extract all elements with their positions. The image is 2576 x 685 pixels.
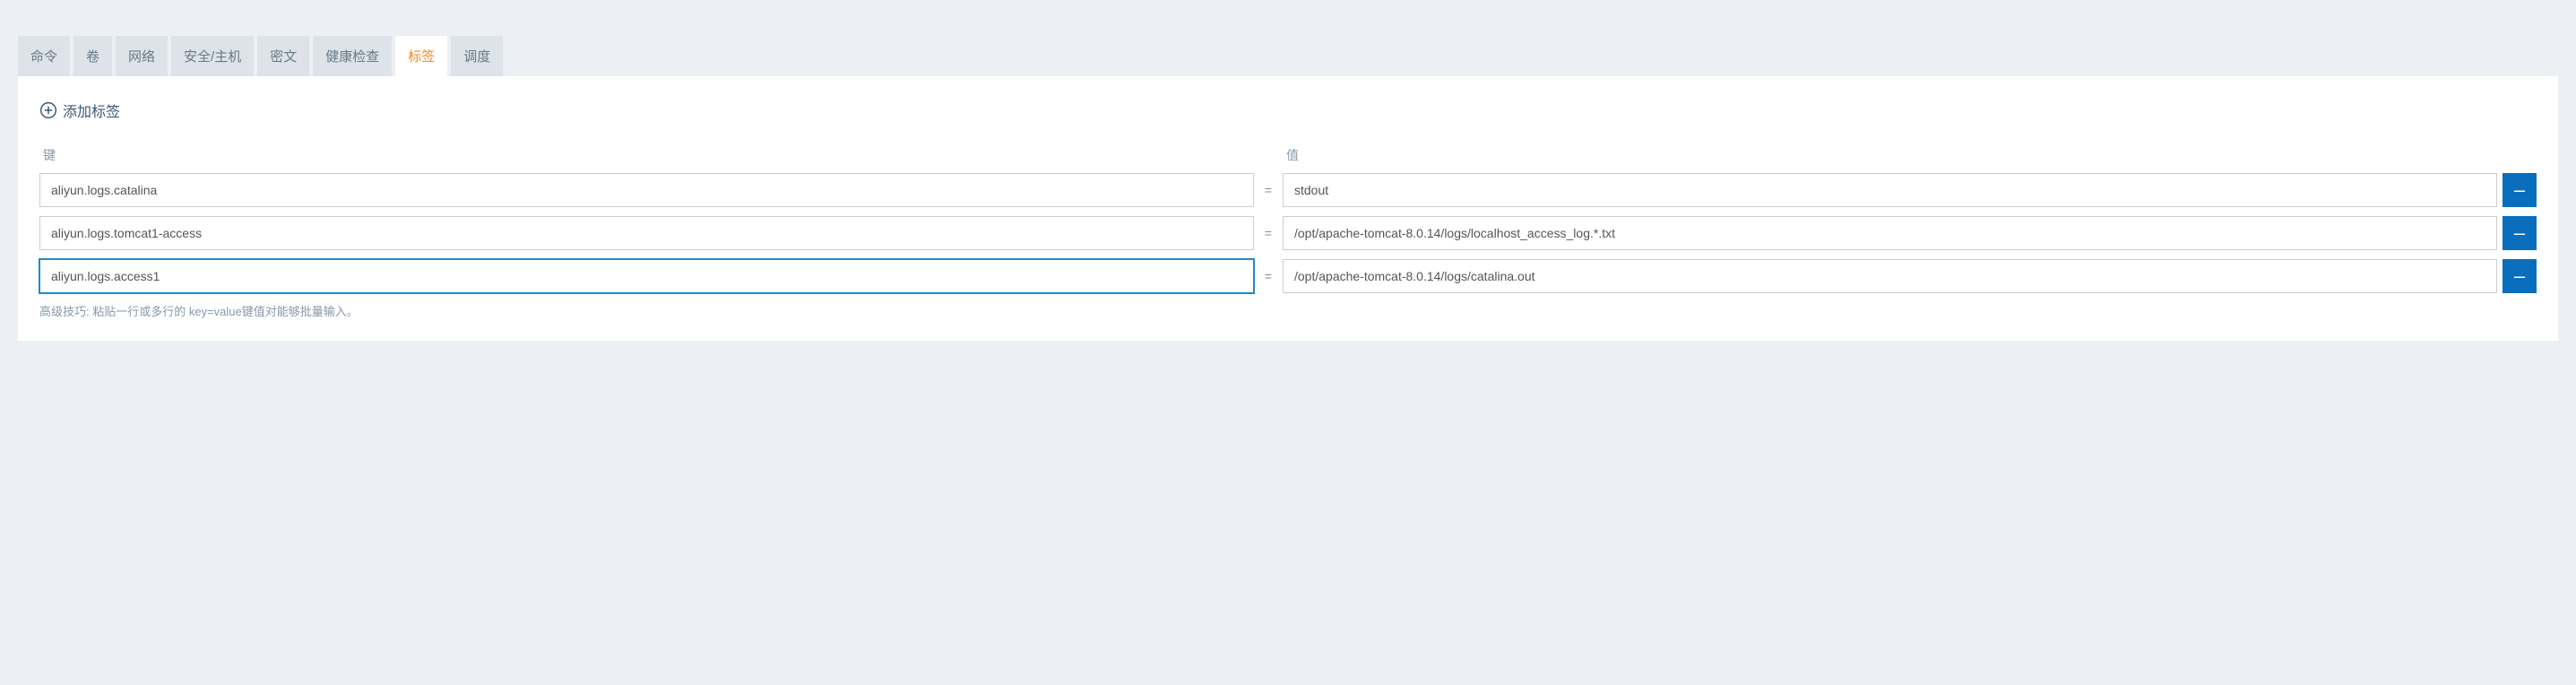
equals-sign: = [1254, 259, 1283, 293]
tab-network[interactable]: 网络 [116, 36, 168, 76]
value-input[interactable] [1283, 259, 2497, 293]
remove-row-button[interactable]: – [2503, 173, 2537, 207]
header-key: 键 [39, 146, 1254, 164]
label-row: = – [39, 259, 2537, 293]
remove-row-button[interactable]: – [2503, 259, 2537, 293]
key-input[interactable] [39, 173, 1254, 207]
tabs-bar: 命令 卷 网络 安全/主机 密文 健康检查 标签 调度 [18, 36, 2558, 76]
minus-icon: – [2514, 264, 2525, 288]
plus-circle-icon [39, 101, 57, 119]
tab-security-host[interactable]: 安全/主机 [171, 36, 254, 76]
key-input[interactable] [39, 216, 1254, 250]
tab-command[interactable]: 命令 [18, 36, 70, 76]
add-label-text: 添加标签 [63, 100, 120, 121]
hint-text: 高级技巧: 粘贴一行或多行的 key=value键值对能够批量输入。 [39, 302, 2537, 319]
value-input[interactable] [1283, 216, 2497, 250]
key-input[interactable] [39, 259, 1254, 293]
tab-scheduling[interactable]: 调度 [451, 36, 503, 76]
minus-icon: – [2514, 178, 2525, 202]
minus-icon: – [2514, 221, 2525, 245]
kv-headers: 键 值 [39, 146, 2537, 164]
label-row: = – [39, 173, 2537, 207]
remove-row-button[interactable]: – [2503, 216, 2537, 250]
tab-secrets[interactable]: 密文 [257, 36, 309, 76]
value-input[interactable] [1283, 173, 2497, 207]
tab-volumes[interactable]: 卷 [73, 36, 112, 76]
equals-sign: = [1254, 173, 1283, 207]
tab-health-check[interactable]: 健康检查 [313, 36, 392, 76]
tab-labels[interactable]: 标签 [395, 36, 447, 76]
labels-panel: 添加标签 键 值 = – = – = [18, 76, 2558, 341]
equals-sign: = [1254, 216, 1283, 250]
header-value: 值 [1283, 146, 2497, 164]
add-label-button[interactable]: 添加标签 [39, 100, 2537, 121]
label-row: = – [39, 216, 2537, 250]
